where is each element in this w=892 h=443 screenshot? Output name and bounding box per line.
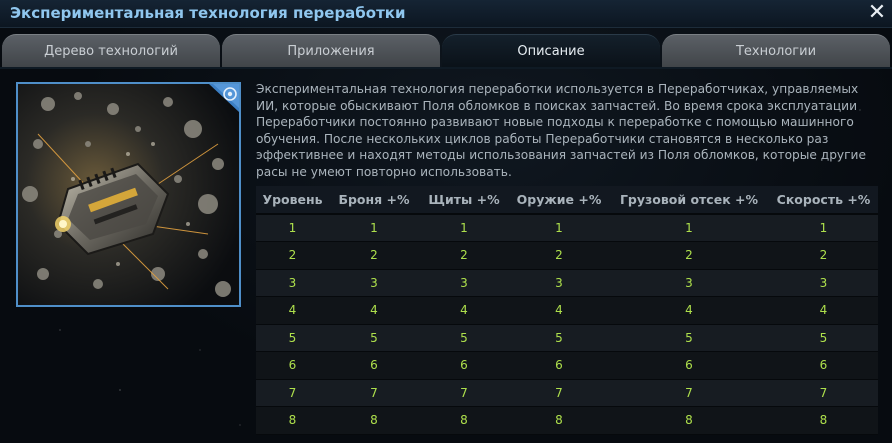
cell-cargo: 7 bbox=[609, 379, 769, 407]
header-shields: Щиты +% bbox=[419, 186, 509, 215]
table-row: 111111 bbox=[256, 214, 878, 242]
table-row: 444444 bbox=[256, 296, 878, 325]
cell-armor: 2 bbox=[329, 241, 419, 270]
cell-speed: 3 bbox=[769, 269, 878, 297]
cell-weapons: 1 bbox=[509, 214, 609, 242]
cell-speed: 4 bbox=[769, 296, 878, 325]
cell-cargo: 6 bbox=[609, 351, 769, 380]
cell-armor: 5 bbox=[329, 324, 419, 352]
header-armor: Броня +% bbox=[329, 186, 419, 215]
title-bar: Экспериментальная технология переработки… bbox=[0, 0, 892, 28]
tab-applications[interactable]: Приложения bbox=[222, 34, 440, 68]
table-header-row: Уровень Броня +% Щиты +% Оружие +% Грузо… bbox=[256, 186, 878, 215]
cell-speed: 6 bbox=[769, 351, 878, 380]
tech-description: Экспериментальная технология переработки… bbox=[256, 82, 866, 179]
window-title: Экспериментальная технология переработки bbox=[10, 4, 406, 22]
table-row: 222222 bbox=[256, 241, 878, 270]
header-level: Уровень bbox=[256, 186, 329, 215]
cell-armor: 3 bbox=[329, 269, 419, 297]
cell-shields: 4 bbox=[419, 296, 509, 325]
cell-level: 1 bbox=[256, 214, 329, 242]
cell-weapons: 5 bbox=[509, 324, 609, 352]
cell-level: 5 bbox=[256, 324, 329, 352]
cell-armor: 4 bbox=[329, 296, 419, 325]
table-row: 888888 bbox=[256, 406, 878, 435]
cell-armor: 8 bbox=[329, 406, 419, 435]
cell-speed: 5 bbox=[769, 324, 878, 352]
cell-weapons: 3 bbox=[509, 269, 609, 297]
cell-cargo: 1 bbox=[609, 214, 769, 242]
cell-level: 3 bbox=[256, 269, 329, 297]
tech-window: Экспериментальная технология переработки… bbox=[0, 0, 892, 443]
cell-cargo: 8 bbox=[609, 406, 769, 435]
cell-weapons: 2 bbox=[509, 241, 609, 270]
table-row: 777777 bbox=[256, 379, 878, 407]
cell-cargo: 5 bbox=[609, 324, 769, 352]
cell-shields: 7 bbox=[419, 379, 509, 407]
cell-level: 2 bbox=[256, 241, 329, 270]
table-row: 333333 bbox=[256, 269, 878, 297]
cell-level: 8 bbox=[256, 406, 329, 435]
close-icon[interactable]: ✕ bbox=[866, 1, 888, 25]
table-row: 555555 bbox=[256, 324, 878, 352]
table-row: 666666 bbox=[256, 351, 878, 380]
cell-armor: 7 bbox=[329, 379, 419, 407]
tab-description[interactable]: Описание bbox=[442, 34, 660, 68]
cell-cargo: 3 bbox=[609, 269, 769, 297]
tab-divider bbox=[0, 67, 892, 69]
recycler-ship-image bbox=[18, 84, 239, 305]
cell-weapons: 4 bbox=[509, 296, 609, 325]
cell-speed: 1 bbox=[769, 214, 878, 242]
cell-weapons: 7 bbox=[509, 379, 609, 407]
header-weapons: Оружие +% bbox=[509, 186, 609, 215]
cell-weapons: 6 bbox=[509, 351, 609, 380]
cell-shields: 6 bbox=[419, 351, 509, 380]
cell-armor: 6 bbox=[329, 351, 419, 380]
cell-level: 7 bbox=[256, 379, 329, 407]
tech-image bbox=[16, 82, 241, 307]
cell-level: 6 bbox=[256, 351, 329, 380]
header-speed: Скорость +% bbox=[769, 186, 878, 215]
header-cargo: Грузовой отсек +% bbox=[609, 186, 769, 215]
cell-cargo: 2 bbox=[609, 241, 769, 270]
cell-shields: 1 bbox=[419, 214, 509, 242]
tab-bar: Дерево технологий Приложения Описание Те… bbox=[0, 34, 892, 68]
cell-speed: 2 bbox=[769, 241, 878, 270]
cell-shields: 3 bbox=[419, 269, 509, 297]
cell-armor: 1 bbox=[329, 214, 419, 242]
tab-technologies[interactable]: Технологии bbox=[662, 34, 890, 68]
cell-speed: 7 bbox=[769, 379, 878, 407]
cell-shields: 8 bbox=[419, 406, 509, 435]
cell-speed: 8 bbox=[769, 406, 878, 435]
cell-shields: 2 bbox=[419, 241, 509, 270]
bonus-table: Уровень Броня +% Щиты +% Оружие +% Грузо… bbox=[256, 186, 878, 435]
cell-shields: 5 bbox=[419, 324, 509, 352]
cell-cargo: 4 bbox=[609, 296, 769, 325]
tab-tech-tree[interactable]: Дерево технологий bbox=[2, 34, 220, 68]
cell-weapons: 8 bbox=[509, 406, 609, 435]
cell-level: 4 bbox=[256, 296, 329, 325]
faction-badge-icon bbox=[209, 84, 239, 112]
